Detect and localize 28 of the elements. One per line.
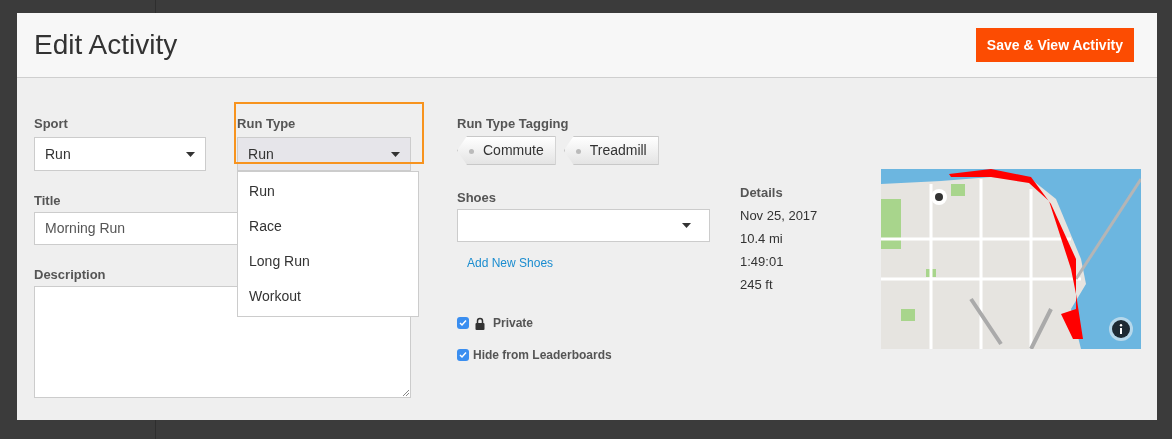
field-label: Run Type Tagging [457,115,570,132]
field-label: Run Type [237,115,297,132]
dropdown-option[interactable]: Long Run [238,244,419,279]
info-icon[interactable] [1109,317,1133,341]
caret-icon [186,151,196,157]
detail-text: 10.4 mi [740,230,784,247]
dropdown-option[interactable]: Run [238,174,419,209]
modal-title: Edit Activity [34,28,178,62]
caret-icon [391,151,400,157]
lock-icon [475,316,485,330]
run-type-select[interactable]: Run [237,137,411,171]
field-label: Sport [34,115,69,132]
checkbox-label: Hide from Leaderboards [473,347,612,364]
field-label: Description [34,266,107,283]
detail-text: Nov 25, 2017 [740,207,819,224]
tag-toggle[interactable]: Commute [457,136,556,165]
dropdown-option[interactable]: Workout [238,279,419,314]
caret-icon [682,223,691,228]
checkbox[interactable] [457,349,469,361]
checkbox[interactable] [457,317,469,329]
field-label: Details [740,184,784,201]
checkbox-label: Private [493,315,534,332]
detail-text: 245 ft [740,276,774,293]
field-label: Shoes [457,189,497,206]
tag-toggle[interactable]: Treadmill [563,136,659,165]
sport-select[interactable]: Run [34,137,207,171]
detail-text: 1:49:01 [740,253,785,270]
resize-handle-icon [402,389,409,396]
